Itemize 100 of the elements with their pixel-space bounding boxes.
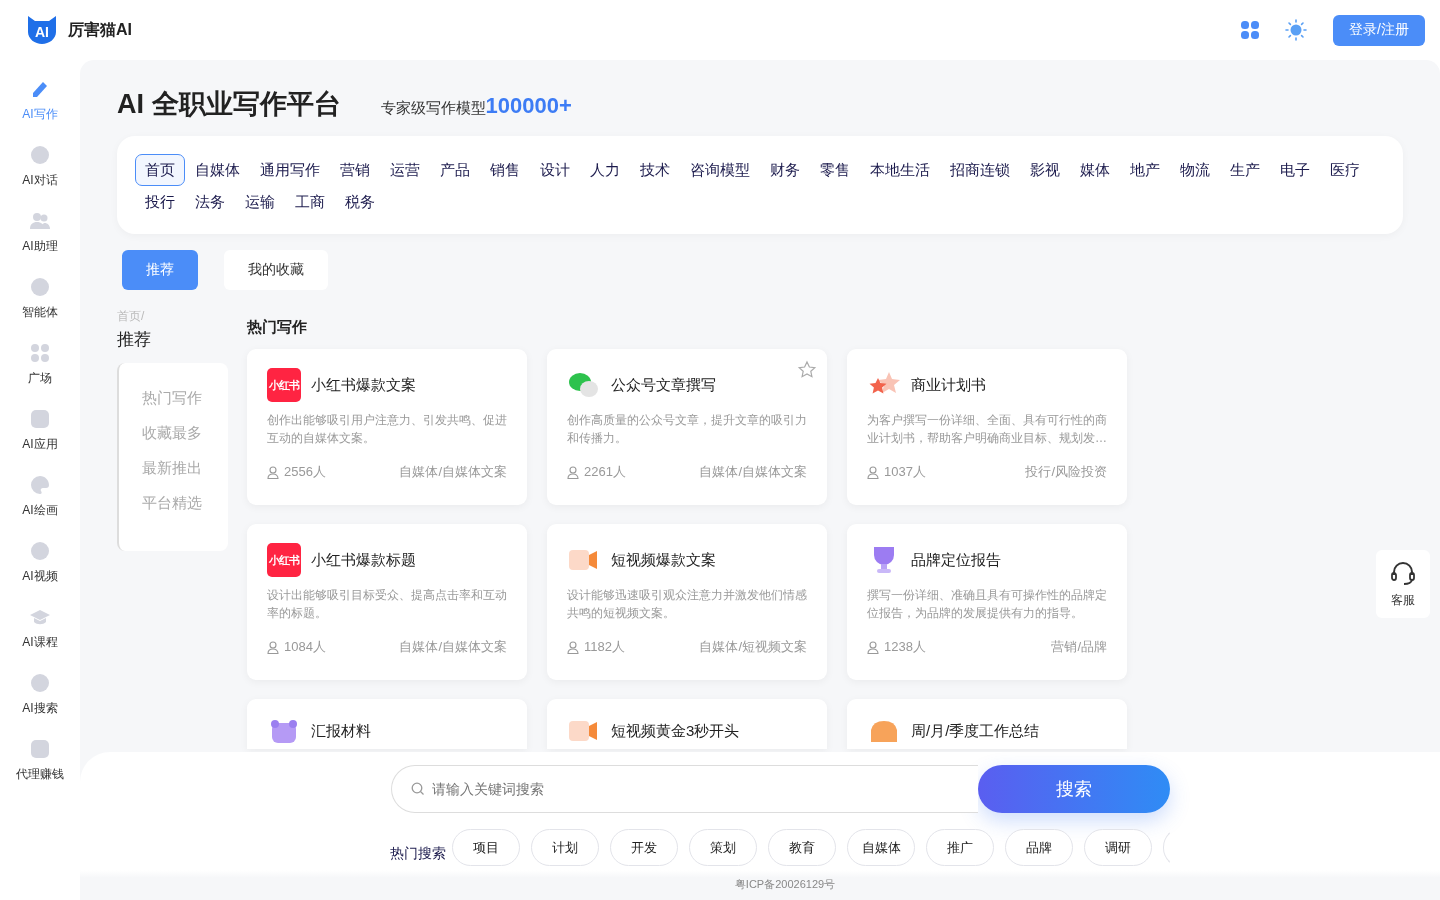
template-card[interactable]: 品牌定位报告 撰写一份详细、准确且具有可操作性的品牌定位报告，为品牌的发展提供有力的指导。 1238人 营销/品牌 (847, 524, 1127, 680)
star-icon[interactable] (797, 360, 817, 380)
category-tab[interactable]: 本地生活 (860, 154, 940, 186)
chat-bubbles-icon (567, 370, 601, 400)
user-icon (867, 640, 879, 654)
sidebar-icon (29, 210, 51, 232)
category-tab[interactable]: 设计 (530, 154, 580, 186)
sidebar-item[interactable]: AI绘画 (22, 474, 58, 540)
card-description: 为客户撰写一份详细、全面、具有可行性的商业计划书，帮助客户明确商业目标、规划发… (867, 412, 1107, 447)
category-tab[interactable]: 投行 (135, 186, 185, 218)
hot-search-chip[interactable]: 项目 (452, 829, 520, 866)
hot-search-chip[interactable]: 开发 (610, 829, 678, 866)
category-tab[interactable]: 财务 (760, 154, 810, 186)
template-card[interactable]: 汇报材料 (247, 699, 527, 749)
category-tab[interactable]: 人力 (580, 154, 630, 186)
sidebar-icon (29, 540, 51, 562)
category-tab[interactable]: 地产 (1120, 154, 1170, 186)
card-category: 自媒体/自媒体文案 (399, 638, 507, 656)
user-count: 1084人 (284, 638, 326, 656)
category-tab[interactable]: 技术 (630, 154, 680, 186)
category-tab[interactable]: 工商 (285, 186, 335, 218)
category-tab[interactable]: 销售 (480, 154, 530, 186)
card-title: 商业计划书 (911, 375, 986, 395)
category-tab[interactable]: 电子 (1270, 154, 1320, 186)
card-title: 短视频爆款文案 (611, 550, 716, 570)
apps-icon[interactable] (1241, 21, 1260, 39)
hot-search-chip[interactable]: 计划 (531, 829, 599, 866)
category-tab[interactable]: 运营 (380, 154, 430, 186)
sidebar-icon (29, 474, 51, 496)
search-button[interactable]: 搜索 (977, 765, 1170, 813)
section-title: 热门写作 (247, 318, 308, 337)
brand-name: 厉害猫AI (68, 19, 132, 40)
sidebar-item[interactable]: 广场 (28, 342, 52, 408)
template-card[interactable]: 小红书 小红书爆款文案 创作出能够吸引用户注意力、引发共鸣、促进互动的自媒体文案。 2556人 自媒体/自媒体文案 (247, 349, 527, 505)
sun-icon[interactable] (1285, 19, 1308, 41)
tab[interactable]: 我的收藏 (224, 250, 328, 290)
sidebar-item[interactable]: AI助理 (22, 210, 58, 276)
category-tab[interactable]: 首页 (135, 154, 185, 186)
category-tab[interactable]: 媒体 (1070, 154, 1120, 186)
template-card[interactable]: 周/月/季度工作总结 (847, 699, 1127, 749)
card-title: 品牌定位报告 (911, 550, 1001, 570)
card-title: 汇报材料 (311, 721, 371, 741)
category-tab[interactable]: 物流 (1170, 154, 1220, 186)
card-title: 小红书爆款标题 (311, 550, 416, 570)
category-tab[interactable]: 影视 (1020, 154, 1070, 186)
user-count: 2556人 (284, 463, 326, 481)
headset-icon (1390, 559, 1416, 586)
card-category: 营销/品牌 (1051, 638, 1107, 656)
sidebar-item[interactable]: AI视频 (22, 540, 58, 606)
sidebar-item[interactable]: AI应用 (22, 408, 58, 474)
breadcrumb-current: 推荐 (117, 329, 152, 351)
sidebar-icon (29, 738, 51, 760)
category-tab[interactable]: 生产 (1220, 154, 1270, 186)
category-tab[interactable]: 税务 (335, 186, 385, 218)
hot-search-chip[interactable]: 调研 (1084, 829, 1152, 866)
template-card[interactable]: 小红书 小红书爆款标题 设计出能够吸引目标受众、提高点击率和互动率的标题。 1084人 自媒体/自媒体文案 (247, 524, 527, 680)
sidebar-icon (29, 342, 51, 364)
search-field[interactable]: 请输入关键词搜索 (390, 765, 978, 813)
category-tab[interactable]: 运输 (235, 186, 285, 218)
sidebar-item[interactable]: AI搜索 (22, 672, 58, 738)
icp-license[interactable]: 粤ICP备20026129号 (734, 877, 836, 892)
support-button[interactable]: 客服 (1376, 550, 1430, 618)
sidebar-icon (29, 144, 51, 166)
page-subtitle: 专家级写作模型 (380, 99, 486, 118)
category-tab[interactable]: 法务 (185, 186, 235, 218)
card-title: 周/月/季度工作总结 (911, 721, 1040, 741)
card-title: 公众号文章撰写 (611, 375, 716, 395)
sidebar-icon (29, 408, 51, 430)
hot-search-chip[interactable]: 策划 (689, 829, 757, 866)
hot-search-chip[interactable]: 教育 (768, 829, 836, 866)
user-icon (267, 640, 279, 654)
user-icon (267, 465, 279, 479)
category-tab[interactable]: 咨询模型 (680, 154, 760, 186)
category-tab[interactable]: 营销 (330, 154, 380, 186)
category-tab[interactable]: 招商连锁 (940, 154, 1020, 186)
card-category: 自媒体/短视频文案 (699, 638, 807, 656)
sidebar-item[interactable]: AI课程 (22, 606, 58, 672)
category-tab[interactable]: 产品 (430, 154, 480, 186)
app-logo-icon: 小红书 (267, 368, 301, 402)
category-tab[interactable]: 自媒体 (185, 154, 250, 186)
sidebar-item[interactable]: AI对话 (22, 144, 58, 210)
category-tab[interactable]: 通用写作 (250, 154, 330, 186)
sidebar-item[interactable]: 智能体 (22, 276, 58, 342)
model-count: 100000+ (485, 93, 572, 119)
logo-icon: AI (26, 15, 58, 45)
template-card[interactable]: 商业计划书 为客户撰写一份详细、全面、具有可行性的商业计划书，帮助客户明确商业目标、规划发… 1037人 投行/风险投资 (847, 349, 1127, 505)
template-card[interactable]: 公众号文章撰写 创作高质量的公众号文章，提升文章的吸引力和传播力。 2261人 自媒体/自媒体文案 (547, 349, 827, 505)
user-count: 2261人 (584, 463, 626, 481)
hot-search-label: 热门搜索 (390, 844, 446, 863)
template-card[interactable]: 短视频黄金3秒开头 (547, 699, 827, 749)
card-category: 自媒体/自媒体文案 (399, 463, 507, 481)
category-tab[interactable]: 零售 (810, 154, 860, 186)
card-category: 自媒体/自媒体文案 (699, 463, 807, 481)
category-tab[interactable]: 医疗 (1320, 154, 1370, 186)
card-title: 短视频黄金3秒开头 (611, 721, 740, 741)
hot-search-chip[interactable]: 品牌 (1005, 829, 1073, 866)
hot-search-chip[interactable]: 自媒体 (847, 829, 915, 866)
sidebar-item[interactable]: 代理赚钱 (16, 738, 64, 804)
template-card[interactable]: 短视频爆款文案 设计能够迅速吸引观众注意力并激发他们情感共鸣的短视频文案。 1182人 自媒体/短视频文案 (547, 524, 827, 680)
hot-search-chip[interactable]: 推广 (926, 829, 994, 866)
